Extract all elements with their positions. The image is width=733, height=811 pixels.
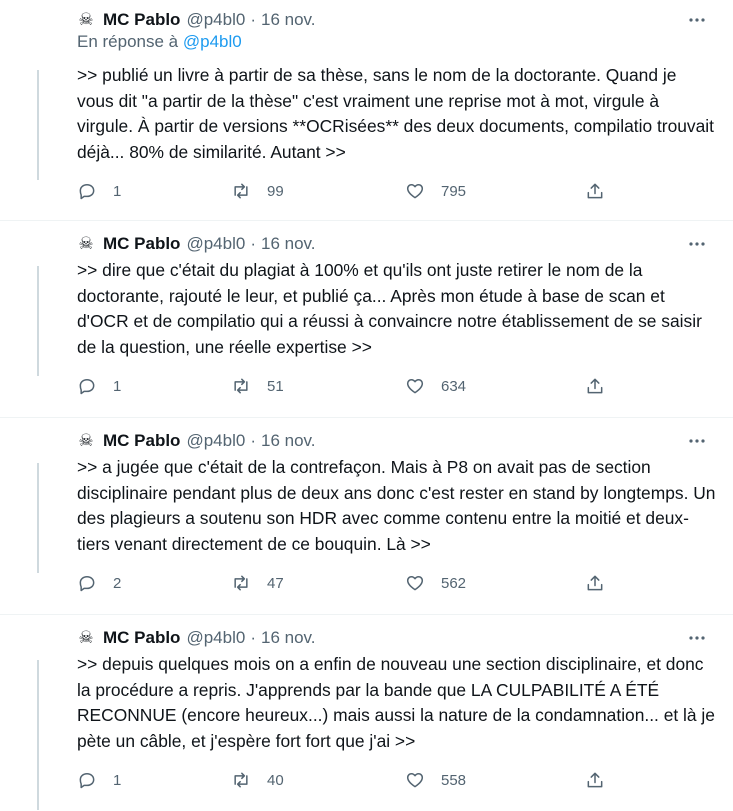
more-options-button[interactable] — [683, 430, 711, 452]
retweet-arrows-icon — [234, 575, 248, 591]
like-count: 795 — [441, 182, 467, 200]
tweet-date[interactable]: 16 nov. — [261, 234, 316, 254]
tweet[interactable]: ☠ MC Pablo @p4bl0 · 16 nov. >> dire que … — [0, 233, 733, 418]
author-handle[interactable]: @p4bl0 — [186, 234, 245, 254]
tweet-header: ☠ MC Pablo @p4bl0 · 16 nov. — [77, 430, 316, 452]
tweet-header: ☠ MC Pablo @p4bl0 · 16 nov. — [77, 9, 316, 31]
tweet-actions: 2 47 562 — [77, 572, 617, 594]
like-button[interactable]: 558 — [405, 769, 466, 791]
reply-bubble-icon — [79, 379, 95, 395]
tweet-text: >> depuis quelques mois on a enfin de no… — [77, 654, 720, 751]
skull-crossbones-icon: ☠ — [78, 10, 94, 29]
tweet-date[interactable]: 16 nov. — [261, 10, 316, 30]
author-handle[interactable]: @p4bl0 — [186, 10, 245, 30]
like-count: 634 — [441, 377, 467, 395]
retweet-arrows-icon — [234, 183, 248, 199]
share-upload-icon — [587, 575, 603, 591]
separator-dot: · — [250, 431, 256, 450]
tweet-text: >> dire que c'était du plagiat à 100% et… — [77, 260, 707, 357]
reply-count: 2 — [113, 574, 122, 592]
tweet-actions: 1 99 795 — [77, 180, 617, 202]
share-upload-icon — [587, 183, 603, 199]
retweet-button[interactable]: 47 — [231, 572, 284, 594]
tweet-divider — [0, 614, 733, 615]
more-horizontal-icon — [689, 242, 705, 246]
skull-crossbones-icon: ☠ — [78, 628, 94, 647]
share-upload-icon — [587, 772, 603, 788]
more-horizontal-icon — [689, 18, 705, 22]
tweet-date[interactable]: 16 nov. — [261, 628, 316, 648]
share-button[interactable] — [585, 769, 605, 791]
tweet-header: ☠ MC Pablo @p4bl0 · 16 nov. — [77, 233, 316, 255]
tweet[interactable]: ☠ MC Pablo @p4bl0 · 16 nov. En réponse à… — [0, 9, 733, 219]
heart-icon — [406, 773, 424, 788]
share-button[interactable] — [585, 375, 605, 397]
reply-to-line: En réponse à @p4bl0 — [77, 32, 242, 52]
more-options-button[interactable] — [683, 627, 711, 649]
tweet-text: >> publié un livre à partir de sa thèse,… — [77, 65, 719, 162]
reply-bubble-icon — [79, 184, 95, 200]
author-handle[interactable]: @p4bl0 — [186, 628, 245, 648]
more-options-button[interactable] — [683, 9, 711, 31]
tweet-divider — [0, 417, 733, 418]
heart-icon — [406, 576, 424, 591]
reply-count: 1 — [113, 771, 122, 789]
retweet-button[interactable]: 40 — [231, 769, 284, 791]
more-horizontal-icon — [689, 439, 705, 443]
reply-bubble-icon — [79, 576, 95, 592]
author-name[interactable]: MC Pablo — [103, 431, 180, 451]
retweet-button[interactable]: 51 — [231, 375, 284, 397]
tweet[interactable]: ☠ MC Pablo @p4bl0 · 16 nov. >> a jugée q… — [0, 430, 733, 615]
heart-icon — [406, 184, 424, 199]
like-count: 558 — [441, 771, 467, 789]
share-upload-icon — [587, 378, 603, 394]
reply-bubble-icon — [79, 773, 95, 789]
retweet-count: 51 — [267, 377, 284, 395]
reply-count: 1 — [113, 377, 122, 395]
retweet-arrows-icon — [234, 378, 248, 394]
reply-to-prefix: En réponse à — [77, 32, 183, 51]
tweet-actions: 1 40 558 — [77, 769, 617, 791]
author-name[interactable]: MC Pablo — [103, 628, 180, 648]
tweet-date[interactable]: 16 nov. — [261, 431, 316, 451]
tweet-actions: 1 51 634 — [77, 375, 617, 397]
reply-count: 1 — [113, 182, 122, 200]
share-button[interactable] — [585, 180, 605, 202]
author-name[interactable]: MC Pablo — [103, 10, 180, 30]
reply-to-handle-link[interactable]: @p4bl0 — [183, 32, 242, 51]
skull-crossbones-icon: ☠ — [78, 234, 94, 253]
separator-dot: · — [250, 628, 256, 647]
retweet-count: 47 — [267, 574, 284, 592]
reply-button[interactable]: 1 — [77, 375, 121, 397]
author-name[interactable]: MC Pablo — [103, 234, 180, 254]
share-button[interactable] — [585, 572, 605, 594]
more-horizontal-icon — [689, 636, 705, 640]
author-handle[interactable]: @p4bl0 — [186, 431, 245, 451]
reply-button[interactable]: 2 — [77, 572, 121, 594]
tweet-text: >> a jugée que c'était de la contrefaçon… — [77, 457, 721, 554]
heart-icon — [406, 379, 424, 394]
reply-button[interactable]: 1 — [77, 769, 121, 791]
tweet-divider — [0, 220, 733, 221]
retweet-arrows-icon — [234, 772, 248, 788]
like-button[interactable]: 634 — [405, 375, 466, 397]
separator-dot: · — [250, 10, 256, 29]
reply-button[interactable]: 1 — [77, 180, 121, 202]
tweet[interactable]: ☠ MC Pablo @p4bl0 · 16 nov. >> depuis qu… — [0, 627, 733, 811]
like-button[interactable]: 562 — [405, 572, 466, 594]
skull-crossbones-icon: ☠ — [78, 431, 94, 450]
like-count: 562 — [441, 574, 467, 592]
retweet-count: 40 — [267, 771, 284, 789]
tweet-header: ☠ MC Pablo @p4bl0 · 16 nov. — [77, 627, 316, 649]
like-button[interactable]: 795 — [405, 180, 466, 202]
separator-dot: · — [250, 234, 256, 253]
more-options-button[interactable] — [683, 233, 711, 255]
retweet-count: 99 — [267, 182, 284, 200]
retweet-button[interactable]: 99 — [231, 180, 284, 202]
